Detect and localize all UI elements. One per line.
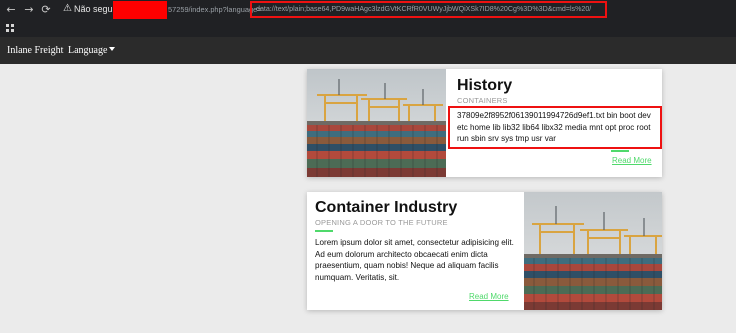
chevron-down-icon <box>109 47 116 51</box>
site-brand[interactable]: Inlane Freight <box>7 45 63 57</box>
site-navbar: Inlane Freight Language <box>0 37 736 64</box>
card-title: Container Industry <box>315 199 458 216</box>
card-subtitle: OPENING A DOOR TO THE FUTURE <box>315 218 448 227</box>
read-more-link[interactable]: Read More <box>612 156 652 166</box>
host-redaction-box <box>113 1 167 19</box>
language-label: Language <box>68 45 108 56</box>
apps-grid-icon[interactable] <box>6 24 14 32</box>
url-path[interactable]: 57259/index.php?language= <box>168 4 262 15</box>
card-title: History <box>457 77 513 94</box>
bookmarks-bar <box>0 20 736 37</box>
read-more-link[interactable]: Read More <box>469 292 509 302</box>
back-arrow-icon[interactable]: ← <box>4 3 18 17</box>
accent-divider <box>315 230 333 232</box>
output-highlight-box <box>448 106 662 149</box>
port-image <box>307 69 446 177</box>
url-payload[interactable]: data://text/plain;base64,PD9waHAgc3lzdGV… <box>256 4 591 15</box>
container-industry-card: Container Industry OPENING A DOOR TO THE… <box>307 192 662 310</box>
warning-icon[interactable]: ⚠ <box>63 3 73 15</box>
card-body-text: Lorem ipsum dolor sit amet, consectetur … <box>315 238 514 282</box>
forward-arrow-icon[interactable]: → <box>22 3 36 17</box>
reload-icon[interactable]: ⟳ <box>39 3 53 17</box>
port-image <box>524 192 662 310</box>
browser-toolbar: ← → ⟳ ⚠ Não seguro 57259/index.php?langu… <box>0 0 736 20</box>
language-dropdown[interactable]: Language <box>68 45 116 57</box>
accent-divider <box>611 150 629 152</box>
card-subtitle: CONTAINERS <box>457 96 508 105</box>
